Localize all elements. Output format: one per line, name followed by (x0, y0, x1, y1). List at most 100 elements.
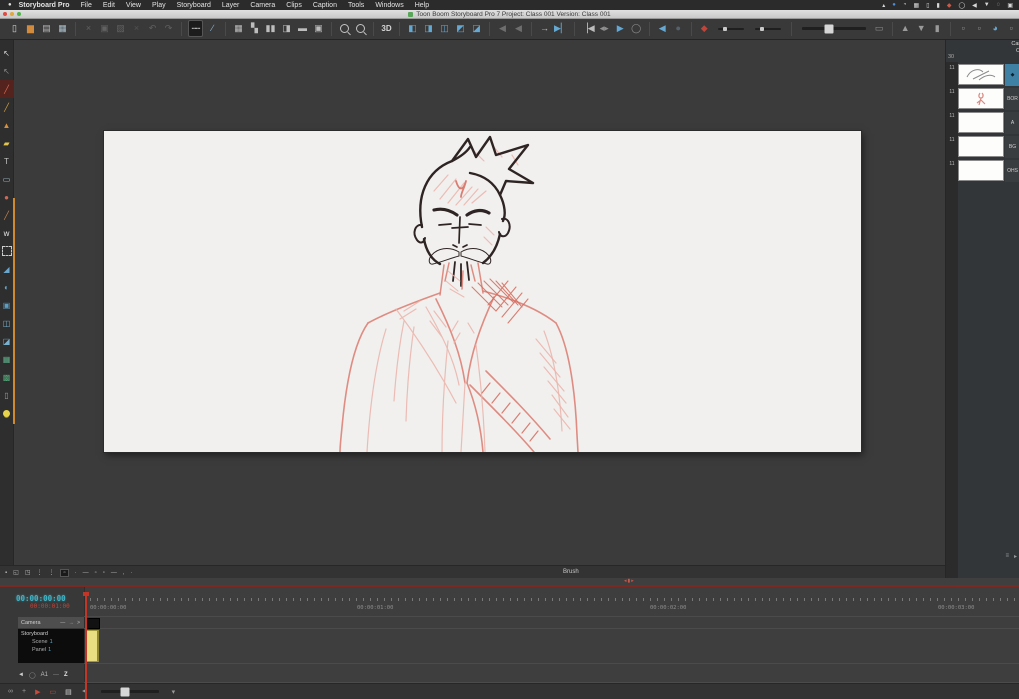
prev-scene-icon[interactable]: ◀ (496, 21, 509, 36)
storyboard-view-icon[interactable]: ▣ (312, 21, 325, 36)
layer-name-label[interactable]: ◆ (1005, 64, 1019, 86)
zoom-tool[interactable]: ◐ (0, 278, 14, 296)
menu-storyboard-pro[interactable]: Storyboard Pro (19, 2, 70, 9)
import-down-icon[interactable]: ▼ (915, 21, 928, 36)
split-panel-icon[interactable]: ◪ (470, 21, 483, 36)
layer-thumbnail[interactable] (958, 160, 1004, 181)
menu-clips[interactable]: Clips (286, 2, 302, 9)
line-tool[interactable]: ╱ (0, 206, 14, 224)
link-icon[interactable]: ∞ (8, 688, 13, 695)
rotate-reset-icon[interactable]: — (83, 570, 89, 576)
drawing-canvas[interactable] (104, 131, 861, 452)
zoom-slider-handle[interactable] (824, 24, 834, 33)
battery-icon[interactable]: ▮ (937, 2, 940, 9)
add-panel-tool[interactable]: ▦ (0, 350, 14, 368)
level-dash-icon[interactable]: — (53, 672, 59, 678)
panel-expand-icon[interactable]: ▸ (1014, 553, 1017, 560)
keyboard-icon[interactable]: ▦ (914, 2, 920, 9)
layer-row[interactable]: 11 BOR (946, 88, 1019, 110)
select-tool[interactable]: ↖ (0, 44, 14, 62)
save-icon[interactable]: ▤ (40, 21, 53, 36)
camera-preview-icon[interactable]: ● (672, 21, 685, 36)
guide-marks-icon[interactable]: ⋮ (36, 569, 42, 576)
reset-view-icon[interactable]: ▭ (873, 21, 886, 36)
add-scene-tool[interactable]: ▩ (0, 368, 14, 386)
panel-tab-overlay[interactable]: Ov (1011, 48, 1019, 55)
paint-tool[interactable]: ● (0, 188, 14, 206)
pencil-tool[interactable]: ╱ (0, 98, 14, 116)
menu-windows[interactable]: Windows (375, 2, 403, 9)
grid-view-icon[interactable]: ▦ (232, 21, 245, 36)
new-project-icon[interactable]: ▯ (8, 21, 21, 36)
panel-menu-icon[interactable]: ≡ (1005, 553, 1009, 560)
light-table-tool[interactable] (0, 404, 14, 422)
hand-tool[interactable]: w (0, 224, 14, 242)
guide-marks2-icon[interactable]: ⋮ (48, 569, 54, 576)
trash-tool[interactable]: ▯ (0, 386, 14, 404)
dot2-icon[interactable]: · (131, 570, 133, 576)
zoom-region-icon[interactable]: ◱ (13, 569, 19, 576)
undo-icon[interactable]: ↶ (146, 21, 159, 36)
globe-icon[interactable]: ◕ (989, 21, 1002, 36)
zoom-out-icon[interactable] (356, 24, 365, 33)
line-style-button[interactable]: ╌╌ (188, 20, 203, 37)
layer-name-label[interactable]: BOR (1005, 88, 1019, 110)
column-view-icon[interactable]: ▮▮ (264, 21, 277, 36)
play-button[interactable]: ▶ (35, 688, 40, 696)
angle-dash-icon[interactable]: — (111, 570, 117, 576)
stop-button[interactable]: ▭ (49, 688, 56, 696)
new-panel-before-icon[interactable]: ◨ (422, 21, 435, 36)
zoom-in-icon[interactable] (340, 24, 349, 33)
cut-icon[interactable]: × (82, 21, 95, 36)
menu-storyboard[interactable]: Storyboard (177, 2, 211, 9)
delete-panel-icon[interactable]: ◩ (454, 21, 467, 36)
timeline-ruler[interactable]: 00:00:00:00 00:00:01:00 00:00:02:00 00:00:0… (84, 592, 1019, 616)
camera-keyframe-clip[interactable] (86, 618, 100, 629)
workspace-c-icon[interactable]: ▫ (1005, 21, 1018, 36)
waveform-zoom-icon[interactable]: Z (64, 672, 68, 678)
open-project-icon[interactable]: ▆ (24, 21, 37, 36)
layer-row[interactable]: 11 OHS (946, 160, 1019, 182)
marquee-select-tool[interactable] (0, 242, 14, 260)
camera-track-controls[interactable]: — → > (60, 620, 81, 626)
splitter-handle-icon[interactable]: ◂▮▸ (624, 578, 635, 584)
camera-track-header[interactable]: Camera — → > (18, 617, 84, 628)
menu-tools[interactable]: Tools (348, 2, 364, 9)
cutter-tool[interactable]: ↖ (0, 62, 14, 80)
layer-thumbnail[interactable] (958, 112, 1004, 133)
current-panel-icon[interactable]: ▫ (60, 568, 69, 577)
mic-icon[interactable]: ▮ (931, 21, 944, 36)
menu-help[interactable]: Help (415, 2, 429, 9)
layer-thumbnail[interactable] (958, 64, 1004, 85)
layer-name-label[interactable]: A (1005, 112, 1019, 134)
record-enable-icon[interactable]: ◯ (29, 672, 36, 679)
dropper-tool[interactable]: ◢ (0, 260, 14, 278)
menu-camera[interactable]: Camera (250, 2, 275, 9)
zoom-page-icon[interactable]: ◳ (25, 569, 31, 576)
sound-toggle-icon[interactable]: ◀ (656, 21, 669, 36)
panel-view-icon[interactable]: ◨ (280, 21, 293, 36)
dot-icon[interactable]: · (75, 570, 77, 576)
flip-h-icon[interactable]: ▫ (95, 570, 97, 576)
menu-play[interactable]: Play (152, 2, 166, 9)
layer-select-tool[interactable]: ▣ (0, 296, 14, 314)
speaker-icon[interactable]: ◄ (18, 672, 24, 678)
3d-toggle-button[interactable]: 3D (380, 21, 393, 36)
audio-track-label[interactable]: A1 (41, 672, 48, 678)
playhead[interactable] (85, 592, 87, 699)
layer-row[interactable]: 11 A (946, 112, 1019, 134)
save-all-icon[interactable]: ▦ (56, 21, 69, 36)
duplicate-panel-icon[interactable]: ◫ (438, 21, 451, 36)
layer-row[interactable]: 11 ◆ (946, 64, 1019, 86)
first-frame-icon[interactable]: ▕◀ (581, 21, 595, 36)
wifi-icon[interactable]: ▼ (984, 2, 990, 8)
redo-icon[interactable]: ↷ (162, 21, 175, 36)
sound-scrub-icon[interactable]: ◆ (698, 21, 711, 36)
marker-icon[interactable]: ▾ (172, 688, 176, 696)
workspace-a-icon[interactable]: ▫ (957, 21, 970, 36)
spotlight-icon[interactable]: ◌ (997, 2, 1001, 8)
add-bitmap-layer-tool[interactable]: ◪ (0, 332, 14, 350)
layer-name-label[interactable]: BG (1005, 136, 1019, 158)
clock-icon[interactable]: ◯ (958, 2, 965, 9)
stage-timeline-splitter[interactable]: ◂▮▸ (0, 578, 1019, 587)
